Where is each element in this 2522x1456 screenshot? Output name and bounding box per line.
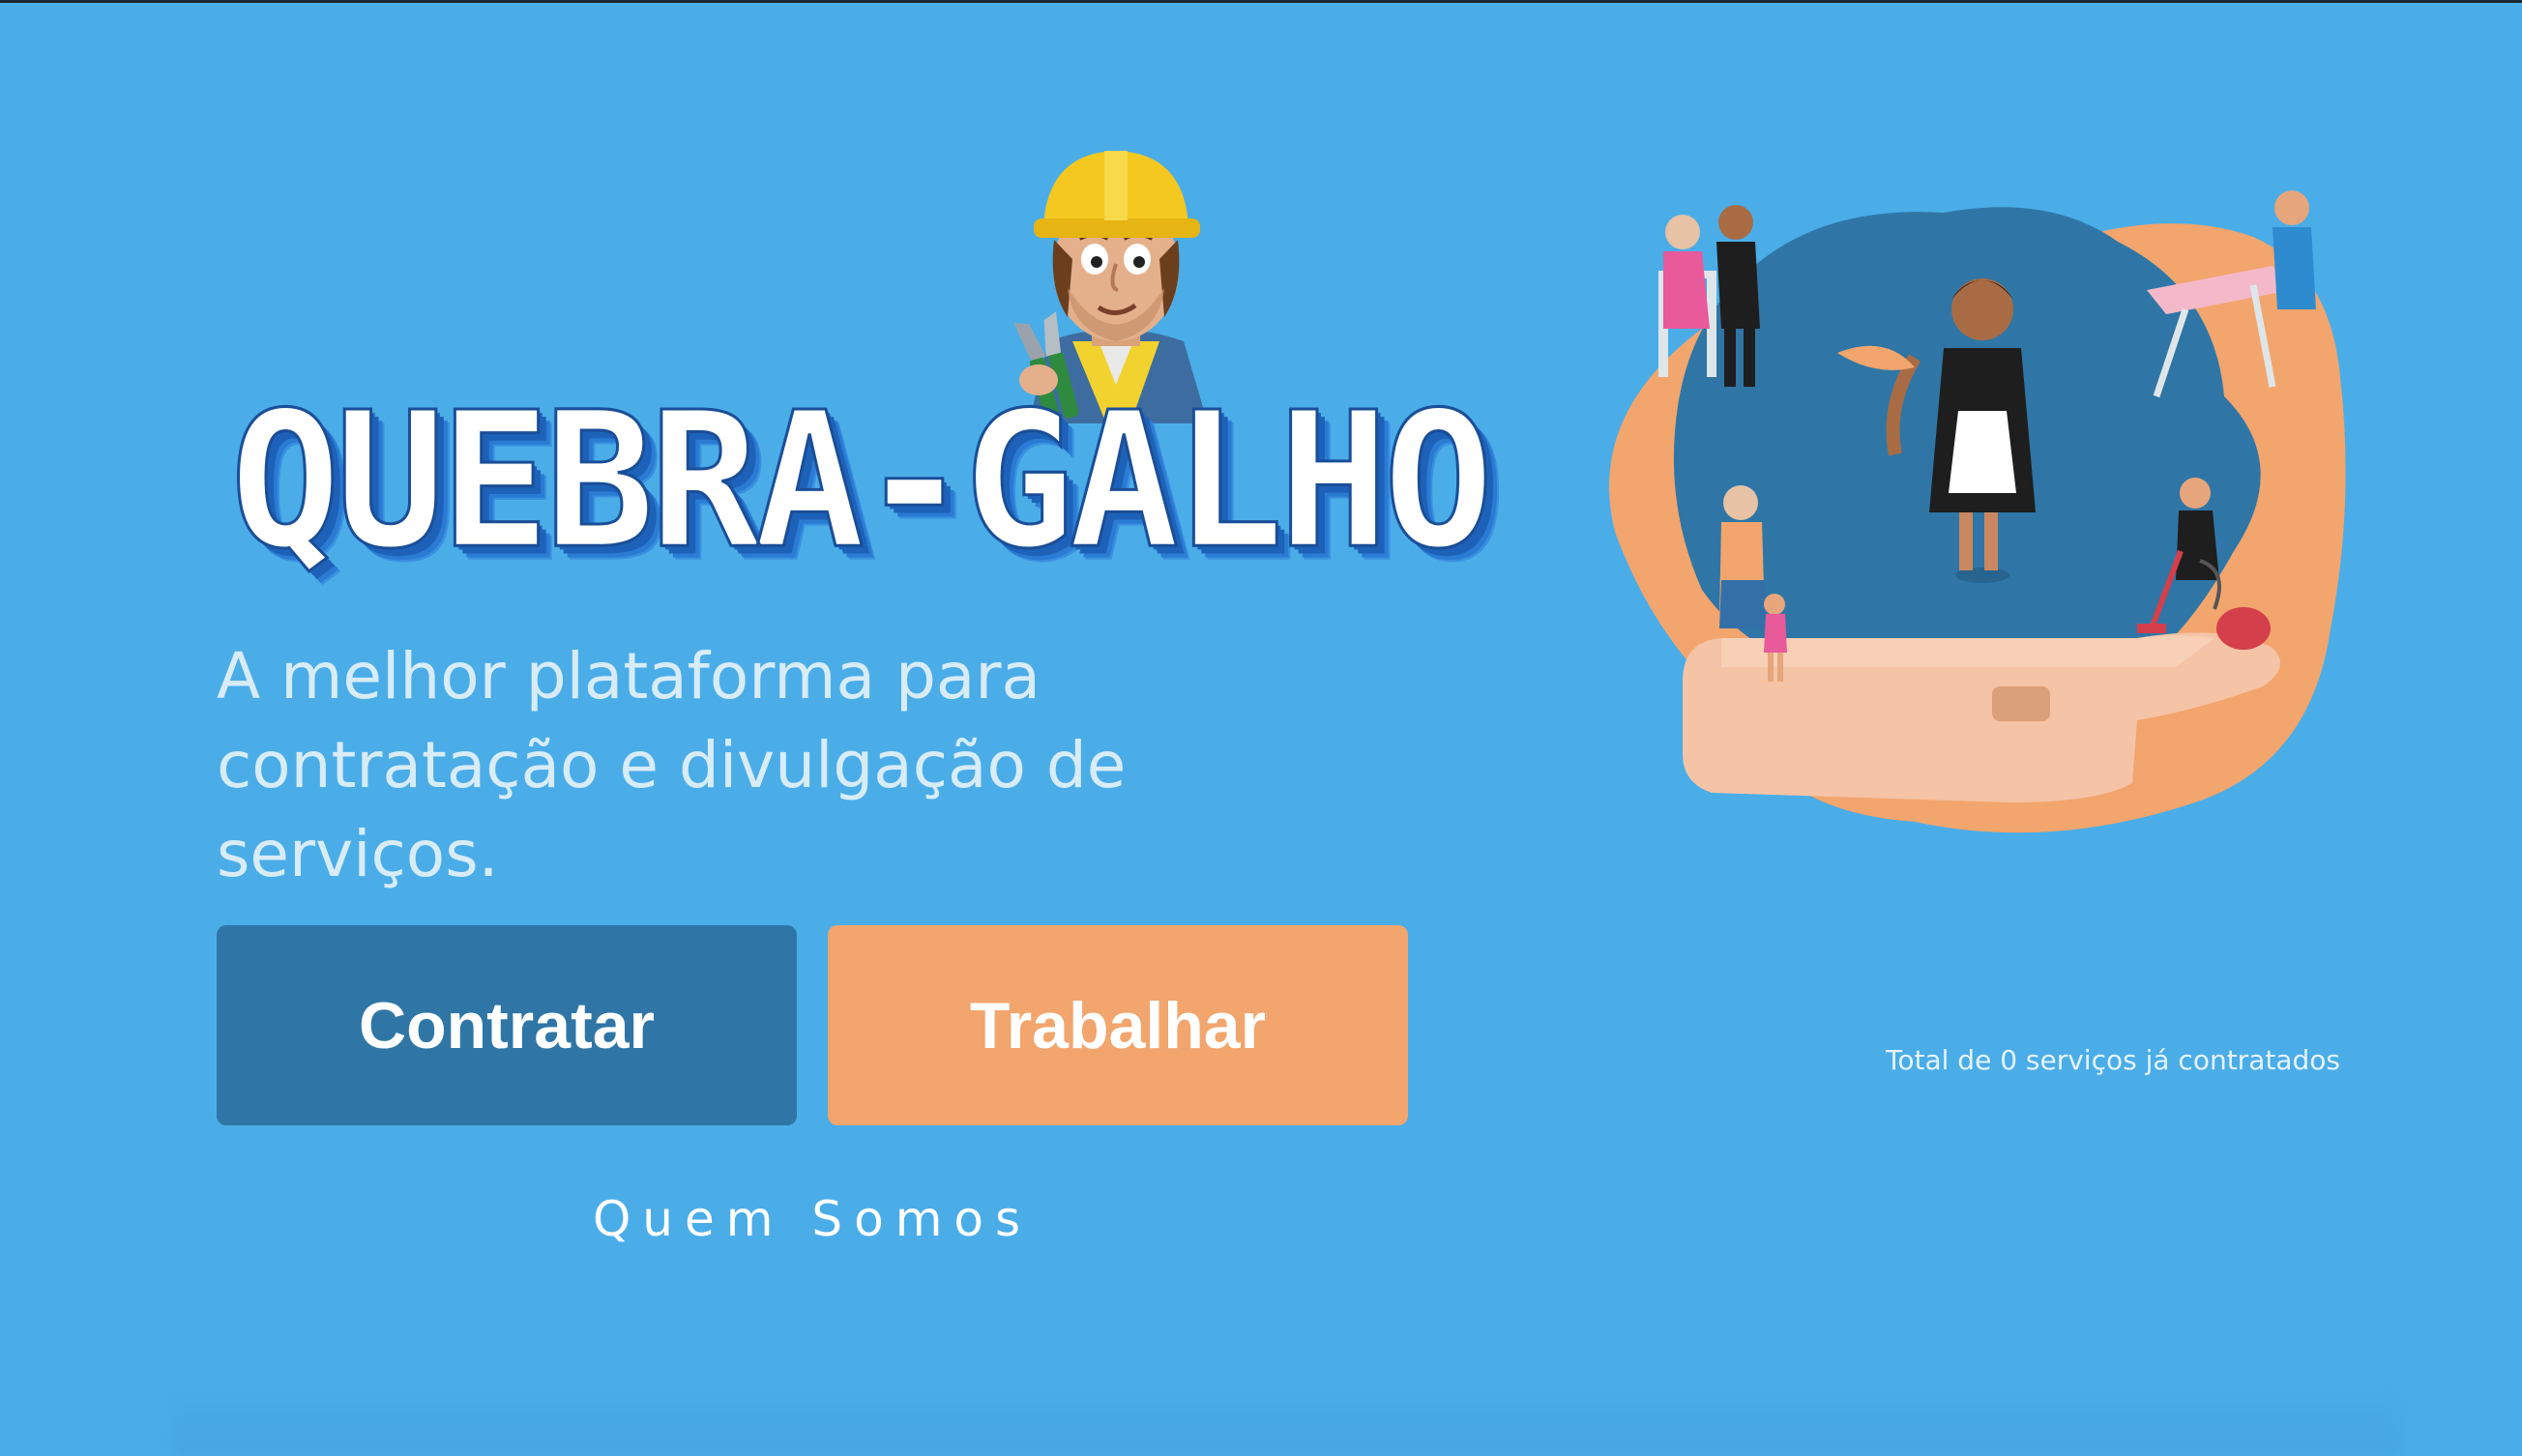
hero-tagline: A melhor plataforma para contratação e d… [217,639,1127,891]
bottom-shadow [174,1392,2398,1456]
about-us-link[interactable]: Quem Somos [217,1191,1408,1247]
brand-logo: QUEBRA-GALHO [217,114,1495,588]
logo-wordmark: QUEBRA-GALHO [229,371,1496,591]
hire-button[interactable]: Contratar [217,925,797,1125]
service-workers-illustration [1609,190,2346,833]
top-border [0,0,2522,3]
services-hired-count: Total de 0 serviços já contratados [1886,1044,2340,1076]
work-button[interactable]: Trabalhar [828,925,1408,1125]
